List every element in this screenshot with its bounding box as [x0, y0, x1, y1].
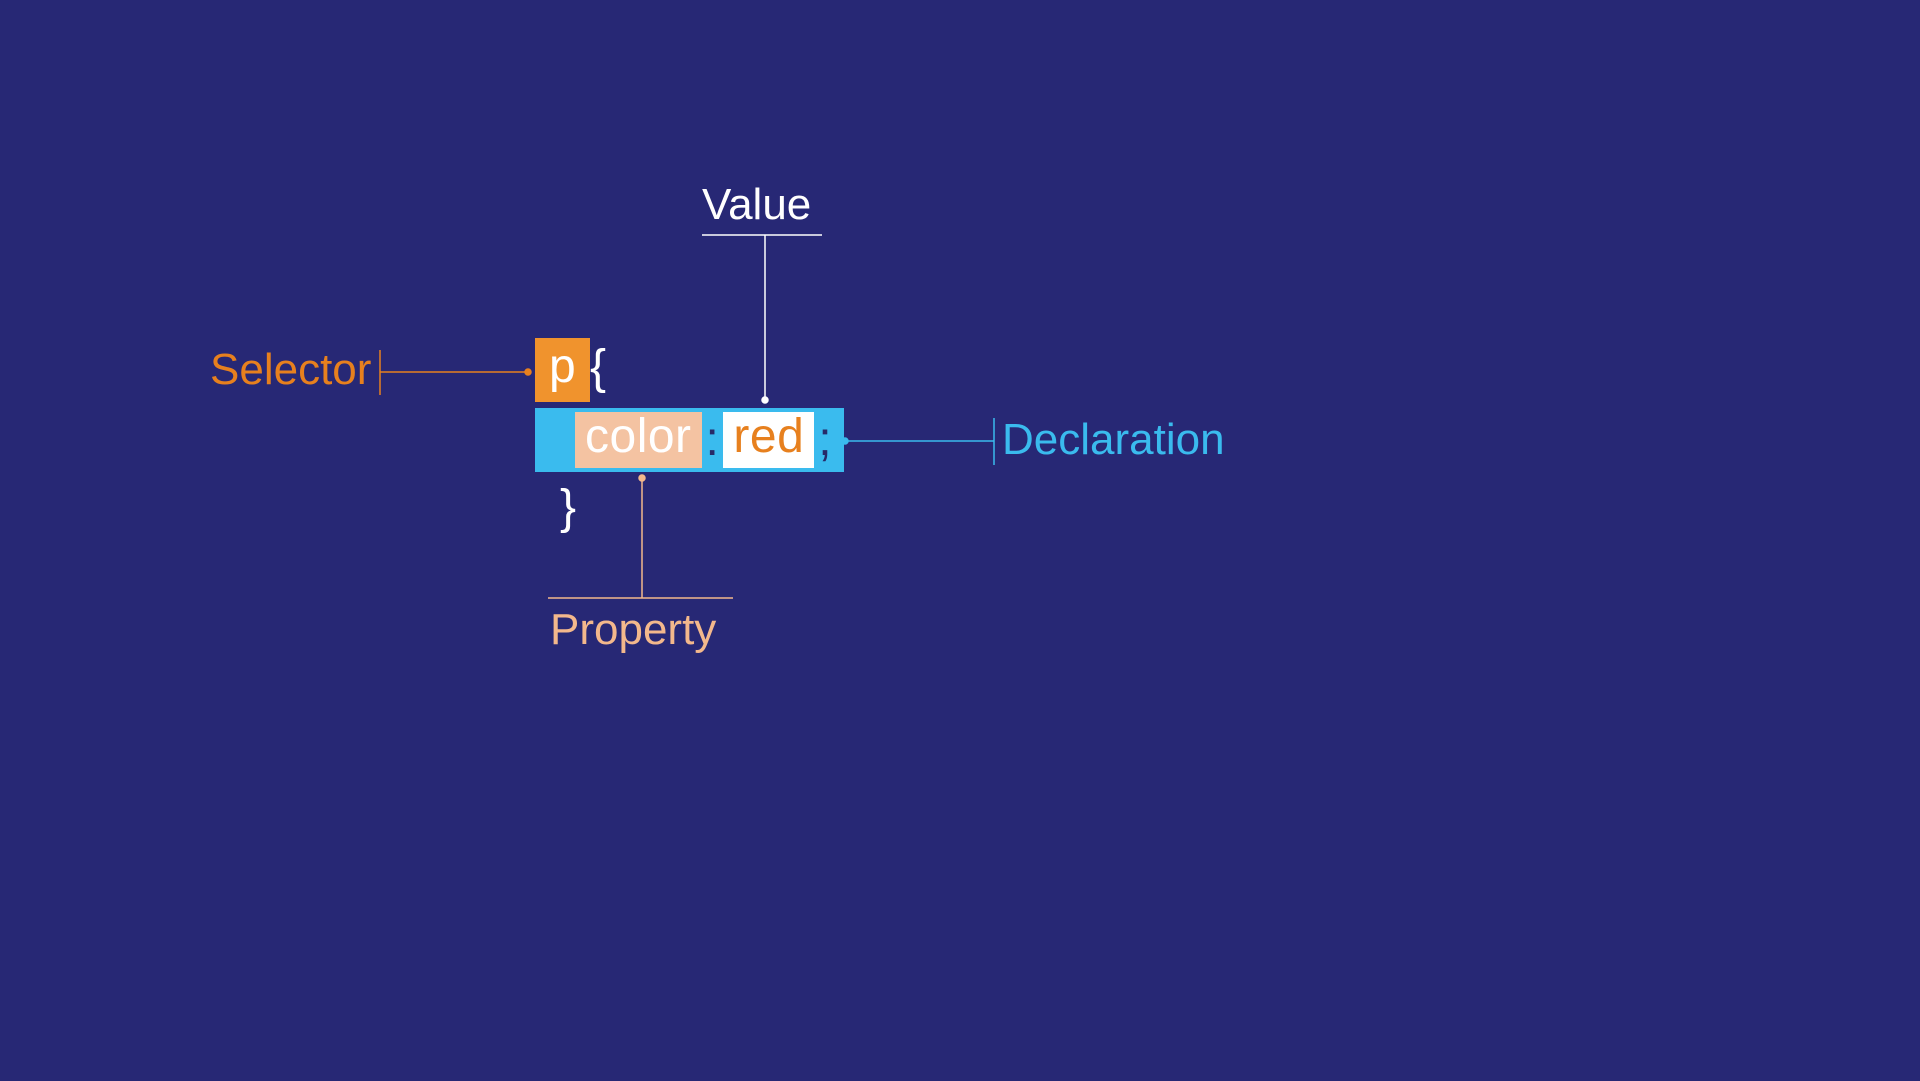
- code-value-box: red: [723, 412, 814, 468]
- code-property-box: color: [575, 412, 702, 468]
- label-declaration: Declaration: [1002, 415, 1225, 465]
- connector-declaration: [842, 418, 994, 465]
- code-close-brace: }: [560, 484, 577, 532]
- connector-value: [702, 235, 822, 403]
- label-value: Value: [702, 180, 811, 230]
- connector-lines: [0, 0, 1920, 1081]
- code-declaration-line: color : red ;: [535, 408, 844, 472]
- code-open-brace: {: [590, 344, 607, 392]
- code-semicolon: ;: [814, 416, 832, 464]
- connector-selector: [380, 350, 531, 395]
- code-colon: :: [702, 416, 724, 464]
- label-property: Property: [550, 605, 716, 655]
- code-selector-box: p: [535, 338, 590, 402]
- code-selector-text: p: [549, 343, 576, 391]
- label-selector: Selector: [210, 345, 371, 395]
- diagram-stage: { "labels": { "value": "Value", "selecto…: [0, 0, 1920, 1081]
